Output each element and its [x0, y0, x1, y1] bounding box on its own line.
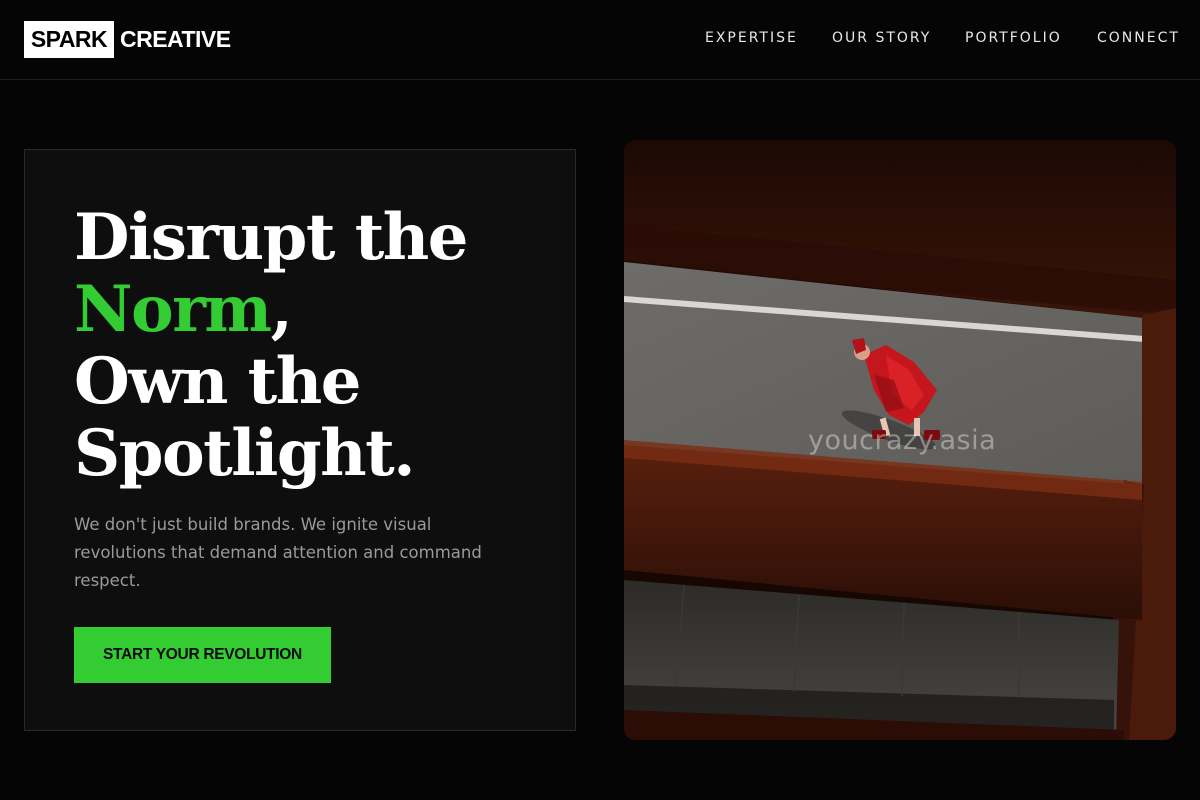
logo-box: SPARK [24, 21, 114, 58]
start-revolution-button[interactable]: START YOUR REVOLUTION [74, 627, 331, 683]
headline-line-4: Spotlight. [74, 416, 415, 491]
hero-headline: Disrupt the Norm, Own the Spotlight. [74, 202, 554, 490]
watermark-text: youcrazy.asia [808, 425, 997, 456]
brand-logo[interactable]: SPARK CREATIVE [24, 21, 231, 58]
nav-link-portfolio[interactable]: PORTFOLIO [965, 30, 1062, 46]
headline-comma: , [270, 272, 293, 347]
site-header: SPARK CREATIVE EXPERTISE OUR STORY PORTF… [0, 0, 1200, 80]
headline-line-3: Own the [74, 344, 361, 419]
headline-line-1: Disrupt the [74, 200, 469, 275]
headline-accent-word: Norm [74, 272, 272, 347]
hero-photo: youcrazy.asia [624, 140, 1176, 740]
nav-link-connect[interactable]: CONNECT [1097, 30, 1180, 46]
nav-link-expertise[interactable]: EXPERTISE [705, 30, 798, 46]
logo-text: CREATIVE [120, 26, 231, 52]
hero-subtext: We don't just build brands. We ignite vi… [74, 515, 482, 590]
hero-card: Disrupt the Norm, Own the Spotlight. We … [24, 149, 576, 731]
nav-link-our-story[interactable]: OUR STORY [832, 30, 931, 46]
